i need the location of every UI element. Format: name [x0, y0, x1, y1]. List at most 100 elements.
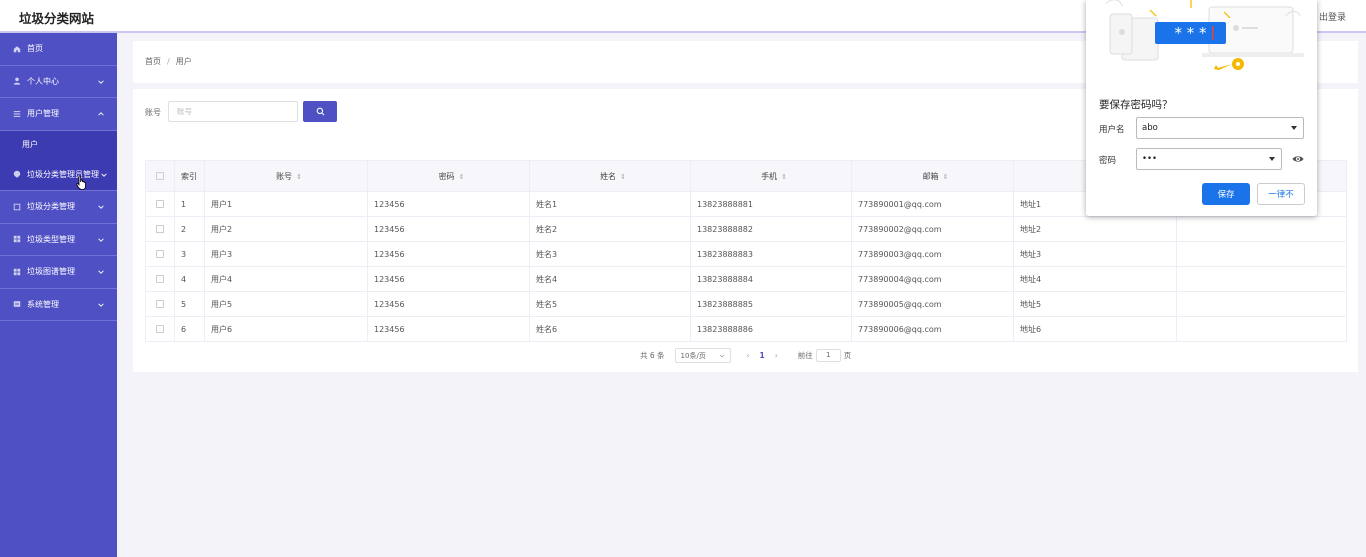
sidebar-item-system-management[interactable]: 系统管理 — [0, 289, 117, 321]
sidebar-item-home[interactable]: 首页 — [0, 33, 117, 66]
username-select[interactable]: abo — [1136, 117, 1304, 139]
table-row: 3 用户3 123456 姓名3 13823888883 773890003@q… — [145, 241, 1347, 267]
username-label: 用户名 — [1099, 125, 1125, 135]
cell-account: 用户6 — [204, 316, 368, 342]
save-password-popup: * * * 要保存密码吗？ 用户名 abo 密码 ••• 保存 一律不 — [1086, 0, 1317, 216]
sidebar-item-label: 首页 — [27, 44, 43, 54]
sort-icon[interactable]: ⇕ — [781, 173, 787, 181]
cell-phone: 13823888886 — [690, 316, 852, 342]
account-search-input[interactable] — [168, 101, 298, 122]
sidebar-item-admin-management[interactable]: 垃圾分类管理员管理 — [0, 158, 117, 191]
home-icon — [13, 45, 21, 53]
chevron-down-icon — [98, 79, 104, 84]
badge-icon — [13, 170, 21, 178]
cell-name: 姓名2 — [529, 216, 691, 242]
sidebar-item-label: 垃圾类型管理 — [27, 234, 75, 244]
sidebar-subitem-users[interactable]: 用户 — [0, 130, 117, 159]
cell-index: 6 — [174, 316, 205, 342]
cell-password: 123456 — [367, 241, 530, 267]
search-icon — [316, 107, 324, 116]
next-page-button[interactable]: › — [775, 351, 778, 360]
grid-icon — [13, 268, 21, 276]
settings-icon — [13, 300, 21, 308]
chevron-down-icon — [98, 237, 104, 242]
current-page[interactable]: 1 — [760, 351, 765, 360]
cell-password: 123456 — [367, 316, 530, 342]
cell-account: 用户3 — [204, 241, 368, 267]
total-count: 共 6 条 — [640, 351, 665, 360]
password-select[interactable]: ••• — [1136, 148, 1282, 170]
goto-label: 前往 — [797, 351, 813, 360]
row-checkbox[interactable] — [145, 241, 175, 267]
cell-email: 773890005@qq.com — [851, 291, 1014, 317]
row-checkbox[interactable] — [145, 316, 175, 342]
sort-icon[interactable]: ⇕ — [459, 173, 465, 181]
page-size-value: 10条/页 — [680, 351, 706, 360]
table-row: 4 用户4 123456 姓名4 13823888884 773890004@q… — [145, 266, 1347, 292]
dropdown-arrow-icon — [1269, 157, 1275, 161]
cell-index: 4 — [174, 266, 205, 292]
password-value: ••• — [1142, 154, 1158, 164]
cell-password: 123456 — [367, 216, 530, 242]
column-header-name[interactable]: 姓名 ⇕ — [529, 160, 691, 192]
chevron-down-icon — [98, 270, 104, 274]
prev-page-button[interactable]: ‹ — [747, 351, 750, 360]
cell-actions — [1176, 316, 1347, 342]
cell-phone: 13823888882 — [690, 216, 852, 242]
cell-email: 773890003@qq.com — [851, 241, 1014, 267]
sidebar-item-profile[interactable]: 个人中心 — [0, 66, 117, 98]
cell-actions — [1176, 291, 1347, 317]
row-checkbox[interactable] — [145, 216, 175, 242]
breadcrumb-current: 用户 — [175, 57, 192, 66]
row-checkbox[interactable] — [145, 266, 175, 292]
sidebar-item-type-management[interactable]: 垃圾类型管理 — [0, 224, 117, 256]
sidebar-item-sorting-management[interactable]: 垃圾分类管理 — [0, 191, 117, 224]
save-password-button[interactable]: 保存 — [1202, 183, 1250, 205]
chevron-up-icon — [98, 112, 104, 116]
chevron-down-icon — [719, 354, 724, 357]
sidebar-item-label: 垃圾图谱管理 — [27, 267, 75, 277]
breadcrumb-home[interactable]: 首页 — [145, 57, 161, 66]
site-title: 垃圾分类网站 — [19, 11, 95, 26]
cell-actions — [1176, 266, 1347, 292]
column-header-email[interactable]: 邮箱 ⇕ — [851, 160, 1014, 192]
cell-index: 5 — [174, 291, 205, 317]
password-label: 密码 — [1099, 156, 1117, 166]
cell-name: 姓名1 — [529, 191, 691, 217]
pagination: 共 6 条 10条/页 ‹ 1 › 前往 1 页 — [640, 348, 851, 363]
search-button[interactable] — [303, 101, 337, 122]
row-checkbox[interactable] — [145, 191, 175, 217]
cell-actions — [1176, 216, 1347, 242]
cell-address: 地址4 — [1013, 266, 1177, 292]
cell-name: 姓名3 — [529, 241, 691, 267]
row-checkbox[interactable] — [145, 291, 175, 317]
cell-email: 773890002@qq.com — [851, 216, 1014, 242]
user-icon — [13, 77, 21, 85]
breadcrumb: 首页 / 用户 — [145, 56, 192, 67]
sidebar-item-atlas-management[interactable]: 垃圾图谱管理 — [0, 256, 117, 289]
column-header-account[interactable]: 账号 ⇕ — [204, 160, 368, 192]
never-save-button[interactable]: 一律不 — [1257, 183, 1305, 205]
save-password-title: 要保存密码吗？ — [1099, 99, 1173, 111]
show-password-eye-icon[interactable] — [1292, 154, 1304, 164]
cell-phone: 13823888884 — [690, 266, 852, 292]
sidebar-item-label: 系统管理 — [27, 299, 59, 309]
cell-name: 姓名6 — [529, 316, 691, 342]
sort-icon[interactable]: ⇕ — [296, 173, 302, 181]
cell-phone: 13823888881 — [690, 191, 852, 217]
password-illustration-icon: * * * — [1105, 0, 1304, 70]
sort-icon[interactable]: ⇕ — [620, 173, 626, 181]
column-header-password[interactable]: 密码 ⇕ — [367, 160, 530, 192]
grid-icon — [13, 235, 21, 243]
goto-page-input[interactable]: 1 — [815, 349, 841, 362]
sort-icon[interactable]: ⇕ — [943, 173, 949, 181]
sidebar-item-label: 垃圾分类管理员管理 — [27, 169, 99, 179]
logout-link[interactable]: 出登录 — [1319, 10, 1346, 23]
hand-cursor-icon — [76, 175, 86, 190]
square-icon — [13, 203, 21, 211]
sidebar-item-user-management[interactable]: 用户管理 — [0, 98, 117, 131]
chevron-down-icon — [98, 205, 104, 209]
page-size-select[interactable]: 10条/页 — [674, 348, 731, 363]
select-all-checkbox[interactable] — [145, 160, 175, 192]
column-header-phone[interactable]: 手机 ⇕ — [690, 160, 852, 192]
